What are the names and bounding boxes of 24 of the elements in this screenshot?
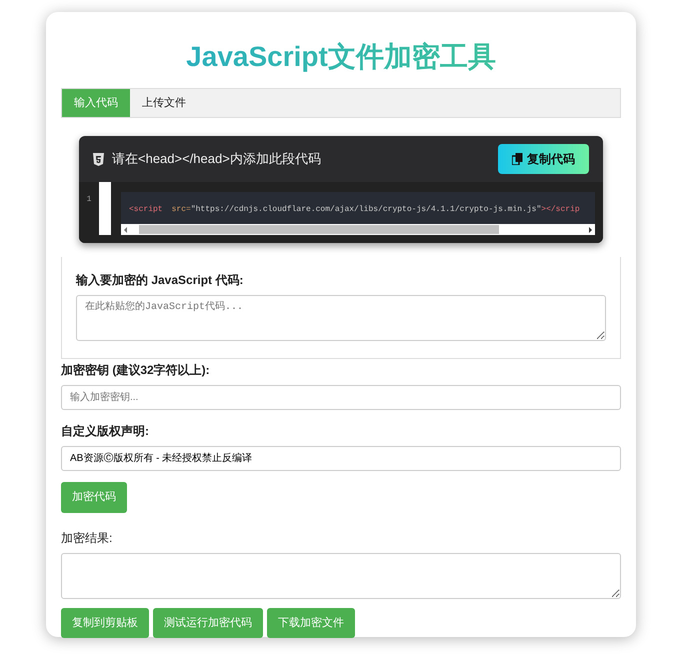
copy-icon [512,153,523,166]
field-label: 加密密钥 (建议32字符以上): [61,362,211,380]
copyright-input-field[interactable]: AB资源Ⓒ版权所有 - 未经授权禁止反编译 [61,446,621,472]
field-label: 自定义版权声明: [61,423,150,440]
scrollbar-thumb[interactable] [139,225,500,234]
tab[interactable]: 输入代码 [62,88,130,118]
snippet-heading: 请在<head></head>内添加此段代码 [112,150,321,168]
field-label: 加密结果: [61,530,114,547]
editor-gutter [99,182,111,236]
html5-icon [93,152,104,166]
line-number: 1 [86,194,92,206]
action-button[interactable]: 测试运行加密代码 [153,608,263,638]
encrypt-button[interactable]: 加密代码 [61,482,127,513]
result-field[interactable] [61,552,621,599]
scroll-left-icon[interactable] [123,226,129,233]
action-button[interactable]: 下载加密文件 [267,608,355,638]
code-input-field[interactable]: 在此粘贴您的JavaScript代码... [76,295,606,342]
code-line: <script src="https://cdnjs.cloudflare.com/ajax/libs/crypto-js/4.1.1/crypto-js.min.js"></scrip [128,204,581,216]
field-label: 输入要加密的 JavaScript 代码: [76,272,244,290]
tab[interactable]: 上传文件 [130,88,198,118]
key-input-field[interactable]: 输入加密密钥... [61,385,621,410]
action-button[interactable]: 复制到剪贴板 [61,608,149,638]
copy-code-button[interactable]: 复制代码 [498,144,589,174]
scroll-right-icon[interactable] [587,226,593,233]
